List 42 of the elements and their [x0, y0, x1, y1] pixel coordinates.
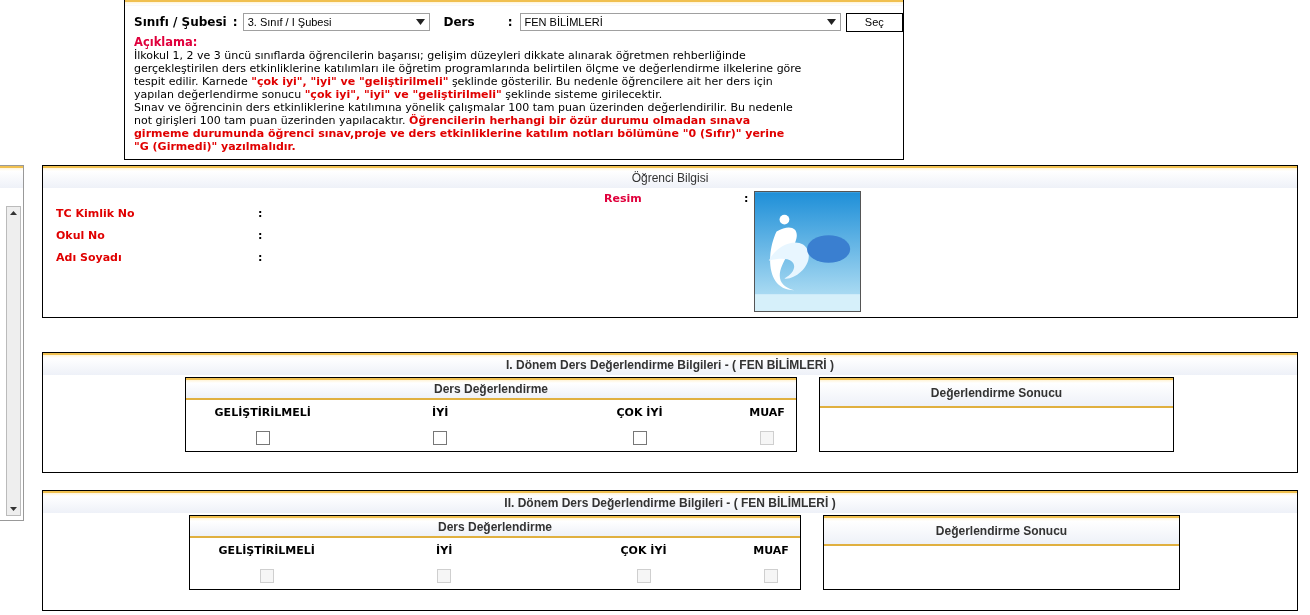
separator: : — [258, 250, 263, 266]
separator: : — [258, 206, 263, 222]
panel-header — [0, 166, 23, 188]
dropdown[interactable]: FEN BİLİMLERİ — [519, 13, 841, 31]
panel-title: Öğrenci Bilgisi — [631, 170, 709, 187]
field-label: Sınıfı / Şubesi — [134, 14, 228, 31]
separator: : — [744, 191, 750, 207]
box-title: Ders Değerlendirme — [437, 519, 552, 536]
separator: : — [232, 14, 239, 31]
field-label: TC Kimlik No — [56, 206, 136, 222]
box-title: Değerlendirme Sonucu — [930, 385, 1063, 402]
box-title: Ders Değerlendirme — [433, 381, 548, 398]
separator: : — [507, 14, 514, 31]
panel-title: II. Dönem Ders Değerlendirme Bilgileri - ( FEN BİLİMLERİ ) — [504, 495, 836, 512]
photo-label: Resim — [604, 191, 643, 207]
note-paragraph: İlkokul 1, 2 ve 3 üncü sınıflarda öğrencilerin başarısı; gelişim düzeyleri dikkate alınarak öğretmen rehberliğinde gerçekleştirilen ders etkinliklerine katılımları ile öğretim programlarında belirtilen ölçme ve değerlendirme ilkelerine göre tespit edilir. Karnede "çok iyi", "iyi" ve "geliştirilmeli" şeklinde gösterilir. Bu nedenle öğrencilere ait her ders için yapılan değerlendirme sonucu "çok iyi", "iyi" ve "geliştirilmeli" şeklinde sisteme girilecektir. — [134, 49, 802, 101]
select-button[interactable]: Seç — [845, 12, 903, 32]
option-label: İYİ — [436, 543, 453, 559]
scrollbar[interactable] — [6, 206, 21, 516]
option-label: ÇOK İYİ — [620, 543, 667, 559]
scroll-up-icon[interactable] — [10, 211, 17, 215]
field-label: Okul No — [56, 228, 106, 244]
checkbox[interactable] — [632, 430, 647, 445]
field-label: Adı Soyadı — [56, 250, 123, 266]
panel-title: I. Dönem Ders Değerlendirme Bilgileri - ( FEN BİLİMLERİ ) — [505, 357, 835, 374]
scroll-down-icon[interactable] — [10, 507, 17, 511]
option-label: GELİŞTİRİLMELİ — [214, 405, 311, 421]
caret-icon — [416, 19, 426, 25]
option-label: İYİ — [432, 405, 449, 421]
option-label: MUAF — [753, 543, 789, 559]
checkbox[interactable] — [433, 430, 448, 445]
option-label: ÇOK İYİ — [616, 405, 663, 421]
note-title: Açıklama: — [134, 36, 199, 49]
option-label: GELİŞTİRİLMELİ — [218, 543, 315, 559]
field-label: Ders — [443, 14, 476, 31]
checkbox[interactable] — [255, 430, 270, 445]
separator: : — [258, 228, 263, 244]
option-label: MUAF — [749, 405, 785, 421]
box-title: Değerlendirme Sonucu — [935, 523, 1068, 540]
note-paragraph: Sınav ve öğrencinin ders etkinliklerine katılımına yönelik çalışmalar 100 tam puan üzerinden değerlendirilir. Bu nedenle not girişleri 100 tam puan üzerinden yapılacaktır. Öğrencilerin herhangi bir özür durumu olmadan sınava girmeme durumunda öğrenci sınav,proje ve ders etkinliklerine katılım notları bölümüne "0 (Sıfır)" yerine "G (Girmedi)" yazılmalıdır. — [134, 101, 794, 153]
dropdown[interactable]: 3. Sınıf / I Şubesi — [242, 13, 431, 31]
caret-icon — [826, 19, 836, 25]
